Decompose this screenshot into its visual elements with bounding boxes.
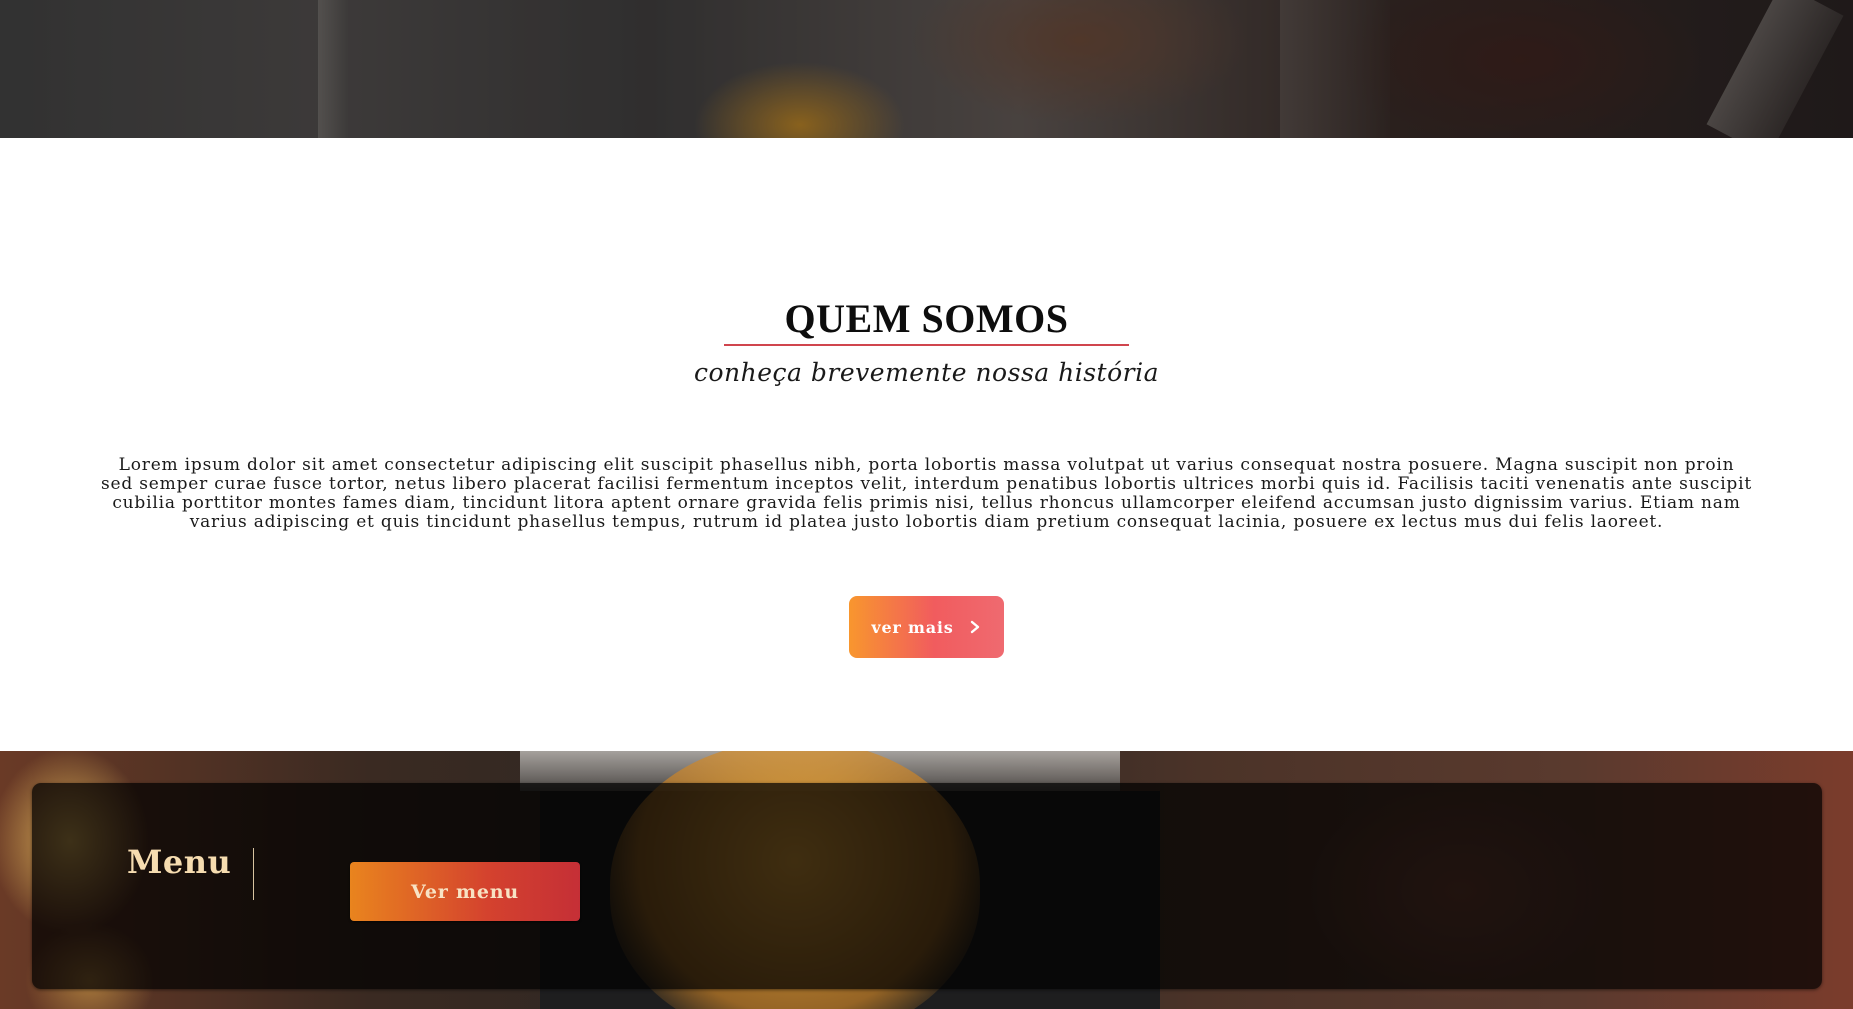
page: QUEM SOMOS conheça brevemente nossa hist… bbox=[0, 0, 1853, 1009]
title-underline bbox=[724, 344, 1129, 346]
menu-title: Menu bbox=[127, 843, 232, 881]
see-more-label: ver mais bbox=[871, 617, 954, 637]
view-menu-button[interactable]: Ver menu bbox=[350, 862, 580, 921]
menu-divider bbox=[253, 848, 254, 900]
about-section: QUEM SOMOS conheça brevemente nossa hist… bbox=[0, 138, 1853, 751]
hero-background-image bbox=[0, 0, 1853, 138]
about-subtitle: conheça brevemente nossa história bbox=[694, 358, 1159, 387]
about-description: Lorem ipsum dolor sit amet consectetur a… bbox=[101, 455, 1752, 532]
about-title: QUEM SOMOS bbox=[784, 296, 1069, 341]
menu-banner: Menu Ver menu bbox=[32, 783, 1822, 989]
chevron-right-icon bbox=[968, 620, 982, 634]
see-more-button[interactable]: ver mais bbox=[849, 596, 1004, 658]
menu-section: Menu Ver menu bbox=[0, 751, 1853, 1009]
